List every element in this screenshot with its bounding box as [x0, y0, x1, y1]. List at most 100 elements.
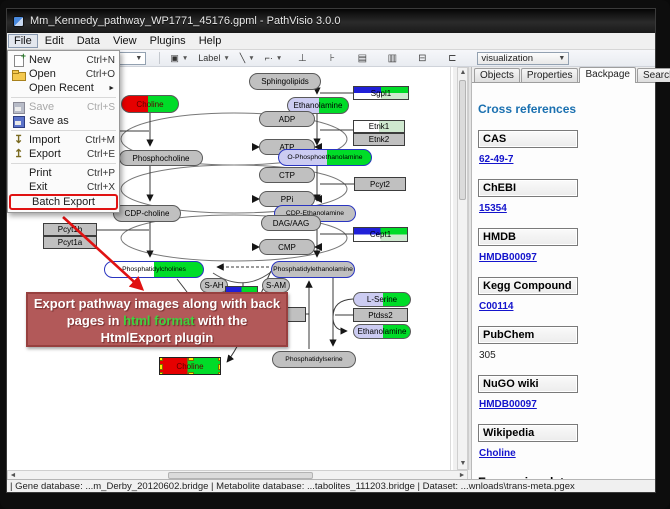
datanode-tool[interactable]: ▣▼	[167, 51, 191, 65]
node-label: S-AM	[266, 281, 286, 290]
menu-item-exit[interactable]: ExitCtrl+X	[8, 180, 119, 194]
align-center-y-icon[interactable]: ⊦	[323, 53, 341, 64]
node-label: CDP-choline	[125, 209, 170, 218]
menubar-item-help[interactable]: Help	[193, 34, 228, 48]
gene-node-etnk1[interactable]: Etnk1	[353, 120, 405, 133]
menubar-item-view[interactable]: View	[107, 34, 143, 48]
menu-item-label: Import	[29, 134, 60, 146]
stack-vertical-icon[interactable]: ▥	[383, 53, 401, 64]
metabolite-node-ethanolamine-bottom[interactable]: Ethanolamine	[353, 324, 411, 339]
common-size-icon[interactable]: ⊟	[413, 53, 431, 64]
scroll-down-icon[interactable]: ▼	[458, 459, 468, 469]
metabolite-node-phosphocholine[interactable]: Phosphocholine	[119, 150, 203, 166]
menu-shortcut: Ctrl+N	[86, 55, 115, 66]
xref-source-name: NuGO wiki	[478, 375, 578, 393]
menu-item-export[interactable]: ExportCtrl+E	[8, 147, 119, 161]
label-tool-icon: Label	[198, 53, 220, 63]
tab-search[interactable]: Search	[637, 68, 670, 82]
gene-node-sgpl1[interactable]: Sgpl1	[353, 86, 409, 100]
menu-item-new[interactable]: NewCtrl+N	[8, 53, 119, 67]
xref-value: Choline	[479, 448, 655, 459]
metabolite-node-choline-top[interactable]: Choline	[121, 95, 179, 113]
stack-horizontal-icon[interactable]: ▤	[353, 53, 371, 64]
gene-node-pcyt1a[interactable]: Pcyt1a	[43, 236, 97, 249]
menu-icon-spacer	[12, 83, 25, 94]
xref-link[interactable]: 15354	[479, 203, 507, 214]
pathvisio-window: Mm_Kennedy_pathway_WP1771_45176.gpml - P…	[6, 8, 656, 493]
tab-objects[interactable]: Objects	[474, 68, 520, 82]
toolbar-separator	[159, 52, 160, 64]
chevron-down-icon[interactable]: ▼	[182, 55, 188, 62]
gene-node-cept1[interactable]: Cept1	[353, 227, 408, 242]
menu-item-open-recent[interactable]: Open Recent►	[8, 81, 119, 95]
node-label: Sphingolipids	[261, 77, 309, 86]
metabolite-node-phosphatidylserine[interactable]: Phosphatidylserine	[272, 351, 356, 368]
menubar-item-edit[interactable]: Edit	[39, 34, 70, 48]
metabolite-node-ctp[interactable]: CTP	[259, 167, 315, 183]
metabolite-node-cmp[interactable]: CMP	[259, 239, 315, 255]
menubar-item-file[interactable]: File	[8, 34, 38, 48]
align-center-x-icon[interactable]: ⊥	[293, 53, 311, 64]
connector-tool[interactable]: ⌐·▼	[262, 51, 286, 65]
xref-section-wikipedia: WikipediaCholine	[478, 423, 655, 459]
scroll-up-icon[interactable]: ▲	[458, 68, 468, 78]
selection-handle[interactable]	[188, 372, 194, 375]
metabolite-node-phosphatidylcholines[interactable]: Phosphatidylcholines	[104, 261, 204, 278]
selection-handle[interactable]	[218, 364, 221, 370]
visualization-combobox[interactable]: visualization ▼	[477, 52, 569, 65]
metabolite-node-s-am[interactable]: S-AM	[262, 278, 290, 293]
menubar-item-plugins[interactable]: Plugins	[144, 34, 192, 48]
gene-node-ptdss2[interactable]: Ptdss2	[353, 308, 408, 322]
xref-link[interactable]: Choline	[479, 448, 516, 459]
vscroll-thumb[interactable]	[459, 80, 466, 200]
metabolite-node-dag-aag[interactable]: DAG/AAG	[261, 215, 321, 231]
menu-item-import[interactable]: Import Ctrl+M	[8, 133, 119, 147]
menu-item-print[interactable]: PrintCtrl+P	[8, 166, 119, 180]
chevron-down-icon[interactable]: ▼	[129, 55, 142, 62]
menu-item-save-as[interactable]: Save as	[8, 114, 119, 128]
vertical-scrollbar[interactable]: ▲ ▼	[457, 67, 468, 470]
gene-node-etnk2[interactable]: Etnk2	[353, 133, 405, 146]
chevron-down-icon[interactable]: ▼	[223, 55, 229, 62]
metabolite-node-adp[interactable]: ADP	[259, 111, 315, 127]
xref-link[interactable]: 62-49-7	[479, 154, 513, 165]
selection-handle[interactable]	[159, 364, 163, 370]
menu-item-open[interactable]: OpenCtrl+O	[8, 67, 119, 81]
layout-icon[interactable]: ⊏	[443, 53, 461, 64]
hscroll-thumb[interactable]	[168, 472, 313, 479]
selection-handle[interactable]	[159, 357, 163, 361]
metabolite-node-phosphatidylethanolamine[interactable]: Phosphatidylethanolamine	[271, 261, 355, 278]
metabolite-node-sphingolipids[interactable]: Sphingolipids	[249, 73, 321, 90]
metabolite-node-s-ah[interactable]: S-AH	[200, 278, 228, 293]
xref-link[interactable]: C00114	[479, 301, 513, 312]
menubar-item-data[interactable]: Data	[71, 34, 106, 48]
title-bar[interactable]: Mm_Kennedy_pathway_WP1771_45176.gpml - P…	[7, 9, 655, 33]
metabolite-node-cdp-choline[interactable]: CDP-choline	[113, 205, 181, 222]
chevron-down-icon[interactable]: ▼	[552, 55, 565, 62]
menu-item-batch-export[interactable]: Batch Export	[9, 194, 118, 210]
menu-item-label: Save	[29, 101, 54, 113]
tab-properties[interactable]: Properties	[521, 68, 579, 82]
selected-node-choline-selected[interactable]: Choline	[159, 357, 221, 375]
selection-handle[interactable]	[188, 357, 194, 361]
menu-shortcut: Ctrl+M	[85, 135, 115, 146]
line-tool[interactable]: ╲▼	[237, 51, 258, 65]
metabolite-node-l-serine[interactable]: L-Serine	[353, 292, 411, 307]
node-label: DAG/AAG	[273, 219, 309, 228]
selection-handle[interactable]	[218, 372, 221, 375]
gene-node-gene-partial-side[interactable]	[286, 307, 306, 322]
metabolite-node-o-phosphoethanolamine[interactable]: O-Phosphoethanolamine	[278, 149, 372, 166]
node-label: S-AH	[204, 281, 223, 290]
xref-link[interactable]: HMDB00097	[479, 399, 537, 410]
toolbar-icons: ⊥ ⊦ ▤ ▥ ⊟ ⊏	[287, 53, 467, 64]
gene-node-pcyt1b[interactable]: Pcyt1b	[43, 223, 97, 236]
xref-link[interactable]: HMDB00097	[479, 252, 537, 263]
chevron-down-icon[interactable]: ▼	[276, 55, 282, 62]
chevron-down-icon[interactable]: ▼	[248, 55, 254, 62]
cross-references-heading: Cross references	[478, 102, 655, 116]
gene-node-pcyt2[interactable]: Pcyt2	[354, 177, 406, 191]
selection-handle[interactable]	[159, 372, 163, 375]
tab-backpage[interactable]: Backpage	[579, 67, 635, 83]
label-tool[interactable]: Label▼	[195, 51, 232, 65]
selection-handle[interactable]	[218, 357, 221, 361]
